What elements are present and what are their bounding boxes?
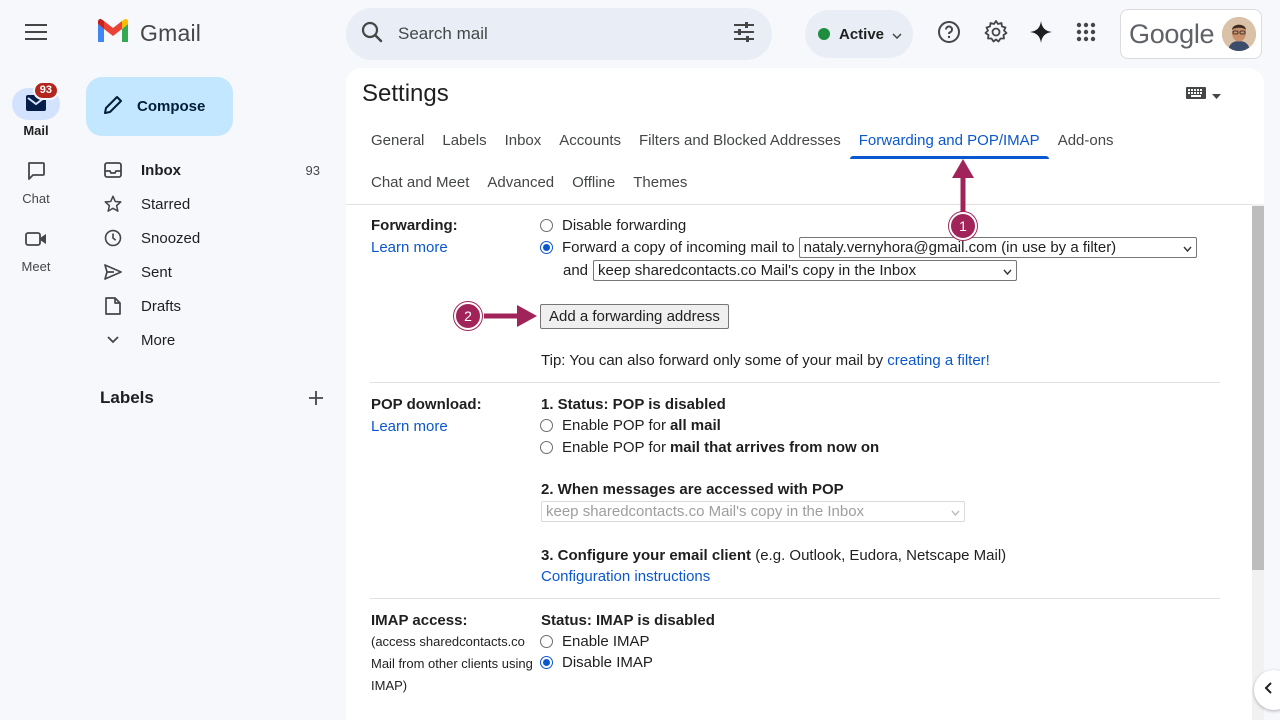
annotation-arrowhead-2 <box>517 305 537 327</box>
chevron-left-icon <box>1264 681 1272 699</box>
annotation-arrowhead-1 <box>952 159 974 178</box>
annotation-overlay <box>484 159 974 327</box>
annotation-marker-1: 1 <box>949 212 977 240</box>
annotation-marker-2: 2 <box>454 302 482 330</box>
